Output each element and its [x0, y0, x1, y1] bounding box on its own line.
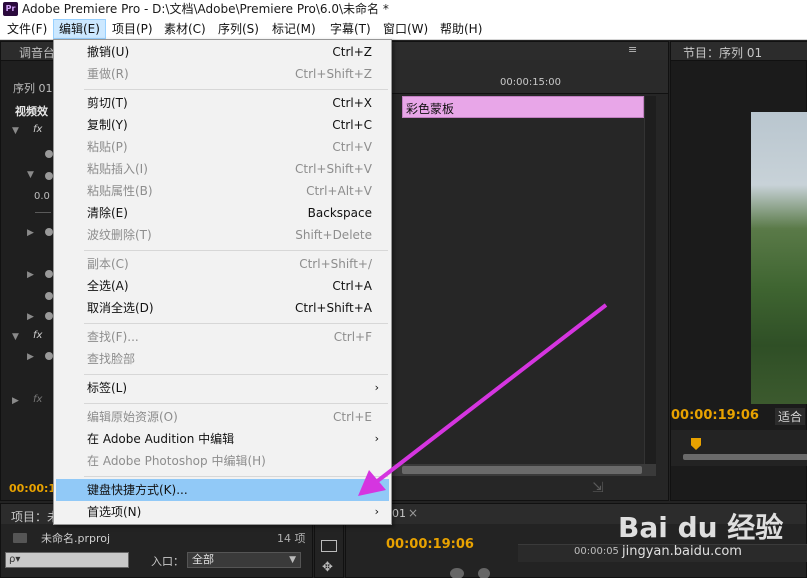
annotation-arrow-line: [369, 303, 608, 488]
baidu-logo: Bai du 经验: [618, 511, 784, 544]
baidu-watermark: Bai du 经验 jingyan.baidu.com: [612, 492, 802, 572]
annotation-arrow-head: [358, 470, 386, 496]
watermark-url: jingyan.baidu.com: [622, 544, 742, 559]
premiere-window: Pr Adobe Premiere Pro - D:\文档\Adobe\Prem…: [0, 0, 807, 578]
